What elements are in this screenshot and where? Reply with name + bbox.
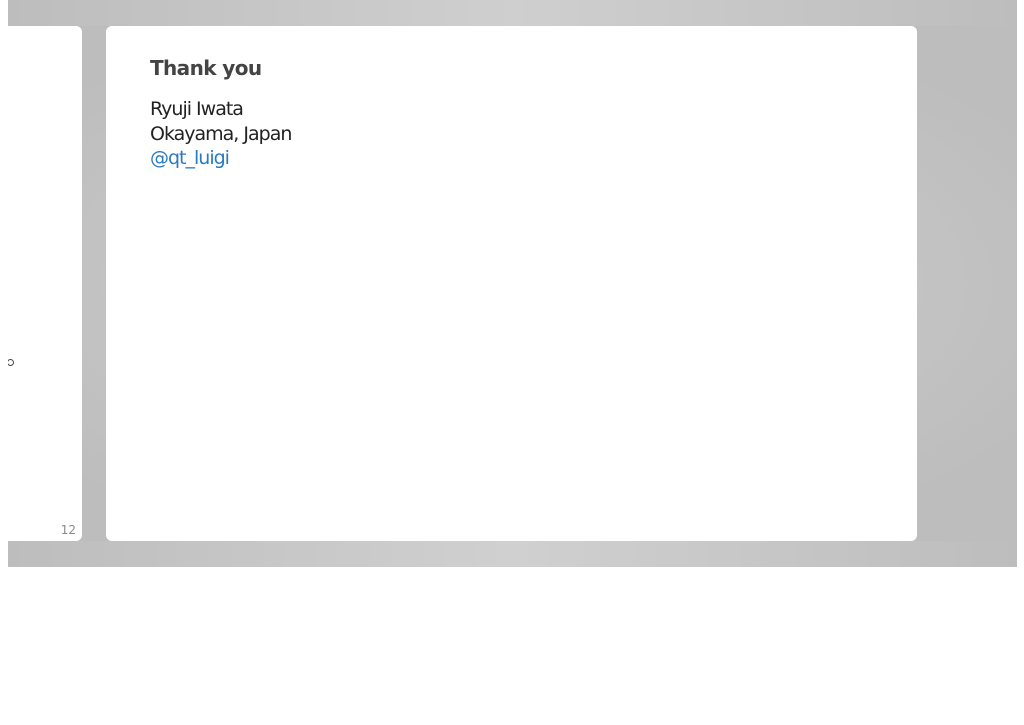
author-location: Okayama, Japan [150,122,292,145]
bullet-icon [8,359,14,366]
previous-slide[interactable]: 12 [8,26,82,541]
slide-title: Thank you [150,56,262,80]
slide-body: Ryuji Iwata Okayama, Japan @qt_luigi [150,97,292,171]
page-number: 12 [60,523,76,537]
twitter-link[interactable]: @qt_luigi [150,147,230,169]
author-name: Ryuji Iwata [150,98,244,120]
current-slide: Thank you Ryuji Iwata Okayama, Japan @qt… [106,26,917,541]
presentation-stage: 12 Thank you Ryuji Iwata Okayama, Japan … [8,0,1017,567]
